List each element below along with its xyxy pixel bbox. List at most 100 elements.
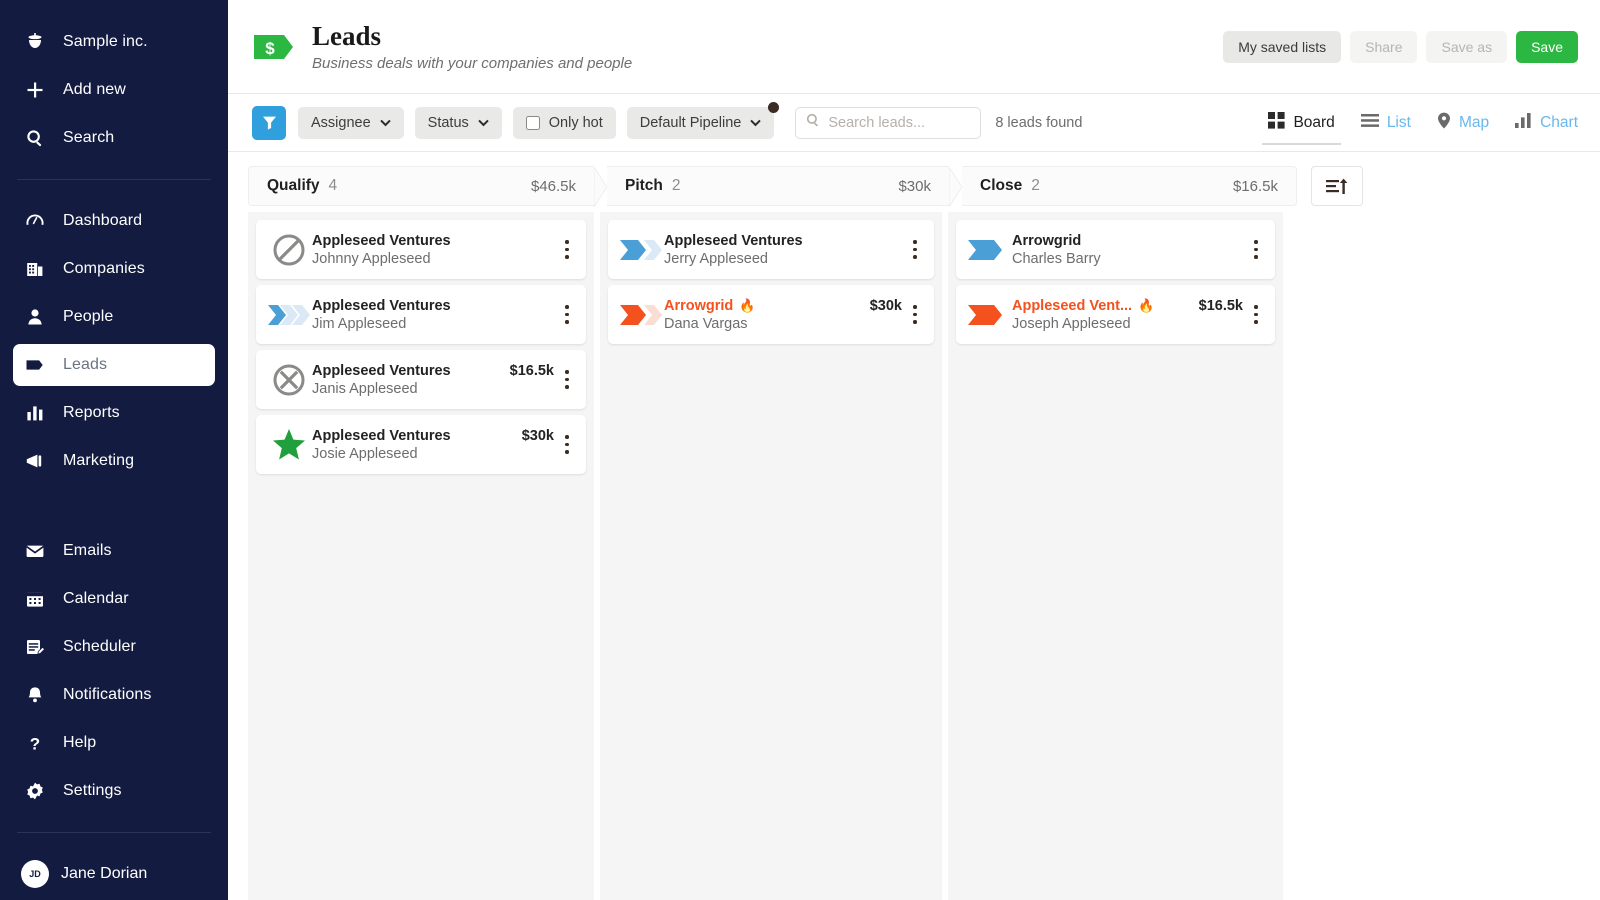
acorn-logo-icon bbox=[25, 32, 51, 52]
lead-person: Joseph Appleseed bbox=[1012, 316, 1243, 332]
card-menu-icon[interactable] bbox=[1243, 230, 1269, 270]
stage-name: Pitch bbox=[625, 177, 663, 195]
lead-company: Appleseed Vent... bbox=[1012, 298, 1132, 314]
won-star-icon bbox=[266, 428, 312, 462]
stage-header-row: Qualify 4 $46.5k Pitch 2 $30k Cl bbox=[228, 152, 1600, 206]
sidebar-user-name: Jane Dorian bbox=[61, 865, 147, 883]
page-title: Leads bbox=[312, 21, 1223, 52]
sort-button[interactable] bbox=[1311, 166, 1363, 206]
lead-company: Appleseed Ventures bbox=[312, 363, 451, 379]
lead-card[interactable]: Appleseed Ventures Johnny Appleseed bbox=[256, 220, 586, 279]
lead-company: Appleseed Ventures bbox=[312, 428, 451, 444]
sidebar-item-notifications[interactable]: Notifications bbox=[13, 674, 215, 716]
sidebar-item-settings[interactable]: Settings bbox=[13, 770, 215, 812]
lead-card-title-row: Appleseed Ventures bbox=[312, 233, 554, 249]
checkbox-box[interactable] bbox=[526, 116, 540, 130]
sidebar-item-companies[interactable]: Companies bbox=[13, 248, 215, 290]
board-columns: Appleseed Ventures Johnny Appleseed bbox=[228, 206, 1600, 900]
search-leads-box[interactable] bbox=[795, 107, 981, 139]
svg-text:$: $ bbox=[265, 39, 275, 58]
view-switcher: Board List Map bbox=[1266, 105, 1580, 141]
card-menu-icon[interactable] bbox=[554, 360, 580, 400]
sidebar-item-dashboard[interactable]: Dashboard bbox=[13, 200, 215, 242]
stage-header-close[interactable]: Close 2 $16.5k bbox=[962, 166, 1297, 206]
lead-card-title-row: Arrowgrid bbox=[1012, 233, 1243, 249]
stage-chevron-1of3-icon bbox=[266, 298, 312, 332]
column-pitch: Appleseed Ventures Jerry Appleseed bbox=[600, 212, 942, 900]
card-menu-icon[interactable] bbox=[902, 295, 928, 335]
email-icon bbox=[25, 541, 51, 561]
sidebar-item-search[interactable]: Search bbox=[13, 117, 215, 159]
lead-company: Appleseed Ventures bbox=[312, 233, 451, 249]
search-input[interactable] bbox=[828, 115, 970, 131]
lead-card-body: Appleseed Ventures Jerry Appleseed bbox=[664, 233, 902, 267]
lead-card[interactable]: Appleseed Ventures Jerry Appleseed bbox=[608, 220, 934, 279]
card-menu-icon[interactable] bbox=[554, 425, 580, 465]
lead-card[interactable]: Appleseed Vent... 🔥 $16.5k Joseph Apples… bbox=[956, 285, 1275, 344]
sidebar-item-people[interactable]: People bbox=[13, 296, 215, 338]
lead-amount: $16.5k bbox=[1189, 298, 1243, 314]
lead-card[interactable]: Arrowgrid 🔥 $30k Dana Vargas bbox=[608, 285, 934, 344]
chevron-down-icon bbox=[380, 115, 391, 131]
filter-funnel-icon[interactable] bbox=[252, 106, 286, 140]
tab-board[interactable]: Board bbox=[1266, 105, 1336, 141]
tab-list-label: List bbox=[1387, 114, 1411, 132]
sidebar-item-marketing[interactable]: Marketing bbox=[13, 440, 215, 482]
lead-card[interactable]: Appleseed Ventures $16.5k Janis Applesee… bbox=[256, 350, 586, 409]
sidebar-brand-label: Sample inc. bbox=[63, 33, 148, 51]
leads-icon: $ bbox=[25, 355, 51, 375]
sidebar-item-label: Settings bbox=[63, 782, 122, 800]
lead-person: Charles Barry bbox=[1012, 251, 1243, 267]
avatar: JD bbox=[21, 860, 49, 888]
page-subtitle: Business deals with your companies and p… bbox=[312, 55, 1223, 72]
bell-icon bbox=[25, 685, 51, 705]
stage-header-pitch[interactable]: Pitch 2 $30k bbox=[607, 166, 949, 206]
tab-list[interactable]: List bbox=[1359, 105, 1413, 141]
sort-ascending-icon bbox=[1326, 177, 1348, 196]
tab-map[interactable]: Map bbox=[1435, 105, 1491, 141]
lead-card-body: Appleseed Ventures Jim Appleseed bbox=[312, 298, 554, 332]
lead-card-body: Appleseed Ventures Johnny Appleseed bbox=[312, 233, 554, 267]
card-menu-icon[interactable] bbox=[902, 230, 928, 270]
sidebar-item-scheduler[interactable]: Scheduler bbox=[13, 626, 215, 668]
lead-company: Appleseed Ventures bbox=[664, 233, 803, 249]
assignee-dropdown[interactable]: Assignee bbox=[298, 107, 404, 139]
card-menu-icon[interactable] bbox=[554, 295, 580, 335]
stage-notch bbox=[594, 167, 607, 205]
my-saved-lists-button[interactable]: My saved lists bbox=[1223, 31, 1341, 63]
stage-chevron-3of3-icon bbox=[966, 233, 1012, 267]
card-menu-icon[interactable] bbox=[1243, 295, 1269, 335]
svg-text:$: $ bbox=[31, 361, 35, 370]
sidebar: Sample inc. Add new Search Dashboard bbox=[0, 0, 228, 900]
header-actions: My saved lists Share Save as Save bbox=[1223, 31, 1578, 63]
lead-card[interactable]: Appleseed Ventures $30k Josie Appleseed bbox=[256, 415, 586, 474]
sidebar-item-label: Companies bbox=[63, 260, 145, 278]
stage-header-qualify[interactable]: Qualify 4 $46.5k bbox=[248, 166, 594, 206]
lead-card-body: Arrowgrid Charles Barry bbox=[1012, 233, 1243, 267]
stage-count: 2 bbox=[672, 177, 681, 195]
lead-card-body: Arrowgrid 🔥 $30k Dana Vargas bbox=[664, 298, 902, 332]
stage-count: 2 bbox=[1031, 177, 1040, 195]
sidebar-brand[interactable]: Sample inc. bbox=[13, 21, 215, 63]
sidebar-item-add-new[interactable]: Add new bbox=[13, 69, 215, 111]
save-as-button[interactable]: Save as bbox=[1426, 31, 1507, 63]
sidebar-item-reports[interactable]: Reports bbox=[13, 392, 215, 434]
assignee-label: Assignee bbox=[311, 115, 371, 131]
only-hot-checkbox[interactable]: Only hot bbox=[513, 107, 616, 139]
tab-chart[interactable]: Chart bbox=[1513, 105, 1580, 141]
lead-card[interactable]: Arrowgrid Charles Barry bbox=[956, 220, 1275, 279]
sidebar-user[interactable]: JD Jane Dorian bbox=[13, 853, 215, 895]
pipeline-dropdown[interactable]: Default Pipeline bbox=[627, 107, 775, 139]
sidebar-item-label: Search bbox=[63, 129, 114, 147]
sidebar-item-help[interactable]: ? Help bbox=[13, 722, 215, 764]
save-button[interactable]: Save bbox=[1516, 31, 1578, 63]
sidebar-item-emails[interactable]: Emails bbox=[13, 530, 215, 572]
share-button[interactable]: Share bbox=[1350, 31, 1417, 63]
card-menu-icon[interactable] bbox=[554, 230, 580, 270]
sidebar-item-leads[interactable]: $ Leads bbox=[13, 344, 215, 386]
sidebar-item-label: Add new bbox=[63, 81, 126, 99]
status-dropdown[interactable]: Status bbox=[415, 107, 502, 139]
sidebar-item-calendar[interactable]: Calendar bbox=[13, 578, 215, 620]
svg-text:?: ? bbox=[30, 734, 40, 753]
lead-card[interactable]: Appleseed Ventures Jim Appleseed bbox=[256, 285, 586, 344]
